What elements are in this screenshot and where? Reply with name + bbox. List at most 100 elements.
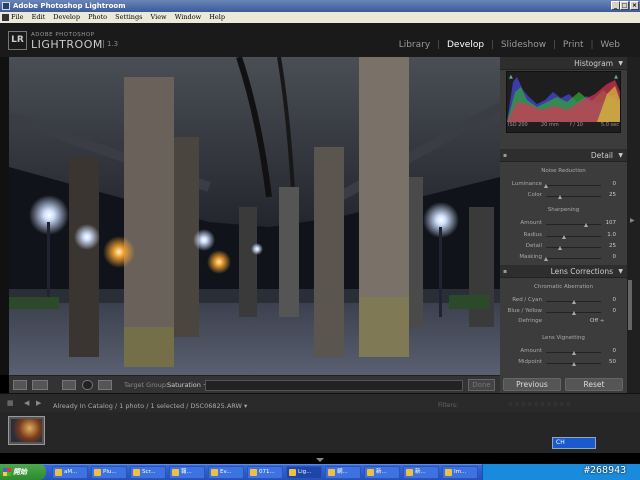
filmstrip-breadcrumb[interactable]: Already In Catalog / 1 photo / 1 selecte… — [53, 402, 247, 410]
slider-value[interactable]: 25 — [600, 192, 616, 198]
detail-title: Detail — [590, 151, 613, 160]
slider-knob[interactable] — [571, 311, 576, 315]
task-app-icon — [367, 469, 374, 476]
highlight-clipping-icon[interactable]: ▲ — [614, 74, 618, 80]
slider-knob[interactable] — [544, 257, 548, 261]
spot-removal-icon[interactable] — [82, 380, 93, 390]
slider-knob[interactable] — [544, 184, 548, 188]
slider-value[interactable]: 25 — [600, 243, 616, 249]
reset-button[interactable]: Reset — [565, 378, 623, 391]
slider-label: Luminance — [511, 181, 542, 187]
slider-knob[interactable] — [571, 351, 576, 355]
slider-knob[interactable] — [571, 362, 576, 366]
slider-value[interactable]: 0 — [600, 308, 617, 314]
ime-toolbar[interactable]: CH — [552, 437, 596, 449]
menu-window[interactable]: Window — [175, 13, 201, 21]
slider-track[interactable] — [546, 236, 601, 237]
loupe-view-icon[interactable] — [13, 380, 27, 390]
lens-corrections-title: Lens Corrections — [550, 267, 613, 276]
slider-knob[interactable] — [583, 223, 588, 227]
taskbar-button[interactable]: aM... — [52, 466, 88, 479]
crop-tool-icon[interactable] — [62, 380, 76, 390]
menu-edit[interactable]: Edit — [32, 13, 46, 21]
slider-knob[interactable] — [557, 195, 562, 199]
module-web[interactable]: Web — [600, 40, 620, 50]
menu-photo[interactable]: Photo — [88, 13, 107, 21]
slider-track[interactable] — [546, 185, 601, 186]
taskbar-button[interactable]: 新... — [364, 466, 400, 479]
slider-track[interactable] — [546, 247, 601, 248]
grid-icon[interactable]: ▦ — [7, 399, 14, 407]
right-panel-toggle-icon[interactable]: ▶ — [630, 217, 635, 224]
close-button[interactable]: × — [630, 1, 639, 10]
taskbar-button[interactable]: 報... — [169, 466, 205, 479]
slider-label: Midpoint — [518, 359, 542, 365]
slider-value[interactable]: 1.0 — [600, 232, 616, 238]
slider-track[interactable] — [546, 196, 601, 197]
before-after-icon[interactable] — [32, 380, 48, 390]
module-library[interactable]: Library — [399, 40, 430, 50]
rating-filter-stars[interactable]: ☆☆☆☆☆☆☆☆☆☆ — [508, 401, 572, 408]
slider-track[interactable] — [546, 258, 601, 259]
menu-help[interactable]: Help — [209, 13, 225, 21]
menu-develop[interactable]: Develop — [53, 13, 80, 21]
slider-value[interactable]: 50 — [600, 359, 616, 365]
module-print[interactable]: Print — [563, 40, 584, 50]
taskbar-button[interactable]: Lig... — [286, 466, 322, 479]
maximize-button[interactable]: □ — [620, 1, 629, 10]
module-develop[interactable]: Develop — [447, 40, 484, 50]
collapse-triangle-icon[interactable]: ▼ — [618, 149, 623, 162]
menu-file[interactable]: File — [11, 13, 24, 21]
slider-value[interactable]: 0 — [600, 297, 617, 303]
module-slideshow[interactable]: Slideshow — [501, 40, 546, 50]
slider-knob[interactable] — [571, 300, 576, 304]
back-arrow-icon[interactable]: ◀ — [24, 399, 29, 407]
photo-preview[interactable] — [9, 57, 500, 375]
task-app-icon — [94, 469, 101, 476]
start-button[interactable]: 開始 — [0, 464, 46, 480]
brand-line-2: LIGHTROOM — [31, 38, 103, 51]
task-app-icon — [445, 469, 452, 476]
taskbar-button[interactable]: Ev... — [208, 466, 244, 479]
left-panel-collapsed[interactable] — [0, 57, 9, 375]
taskbar-button[interactable]: 071... — [247, 466, 283, 479]
filmstrip — [0, 412, 640, 453]
slider-value[interactable]: 0 — [600, 348, 617, 354]
filmstrip-toggle-icon[interactable] — [316, 458, 324, 462]
slider-track[interactable] — [546, 224, 601, 225]
task-app-icon — [211, 469, 218, 476]
slider-value[interactable]: 0 — [600, 254, 617, 260]
target-group-select[interactable]: Saturation ÷ — [167, 381, 208, 389]
panel-switch-icon[interactable]: ▪ — [503, 149, 507, 162]
slider-knob[interactable] — [557, 246, 562, 250]
detail-header[interactable]: ▪ Detail ▼ — [500, 149, 627, 162]
minimize-button[interactable]: _ — [611, 1, 620, 10]
collapse-triangle-icon[interactable]: ▼ — [618, 57, 623, 70]
histogram-header[interactable]: Histogram ▼ — [500, 57, 627, 70]
shadow-clipping-icon[interactable]: ▲ — [509, 74, 513, 80]
taskbar-button[interactable]: Plu... — [91, 466, 127, 479]
slider-knob[interactable] — [562, 235, 567, 239]
menu-settings[interactable]: Settings — [115, 13, 142, 21]
app-menu-icon[interactable] — [2, 14, 9, 21]
taskbar-button[interactable]: 網... — [325, 466, 361, 479]
slider-value[interactable]: 107 — [600, 220, 617, 226]
forward-arrow-icon[interactable]: ▶ — [36, 399, 41, 407]
sharpening-title: Sharpening — [547, 207, 580, 213]
panel-switch-icon[interactable]: ▪ — [503, 265, 507, 278]
taskbar-button[interactable]: Im... — [442, 466, 478, 479]
panel-scrollbar-thumb[interactable] — [628, 280, 632, 330]
lens-corrections-header[interactable]: ▪ Lens Corrections ▼ — [500, 265, 627, 278]
taskbar-button[interactable]: Scr... — [130, 466, 166, 479]
red-eye-icon[interactable] — [98, 380, 112, 390]
slider-value[interactable]: 0 — [600, 181, 617, 187]
defringe-select[interactable]: Off ÷ — [590, 318, 604, 324]
previous-button[interactable]: Previous — [503, 378, 561, 391]
develop-toolbar: Target Group: Saturation ÷ Done — [9, 375, 500, 393]
task-app-icon — [172, 469, 179, 476]
collapse-triangle-icon[interactable]: ▼ — [618, 265, 623, 278]
done-button[interactable]: Done — [468, 379, 495, 391]
menu-view[interactable]: View — [151, 13, 167, 21]
taskbar-button[interactable]: 新... — [403, 466, 439, 479]
slider-label: Color — [527, 192, 542, 198]
